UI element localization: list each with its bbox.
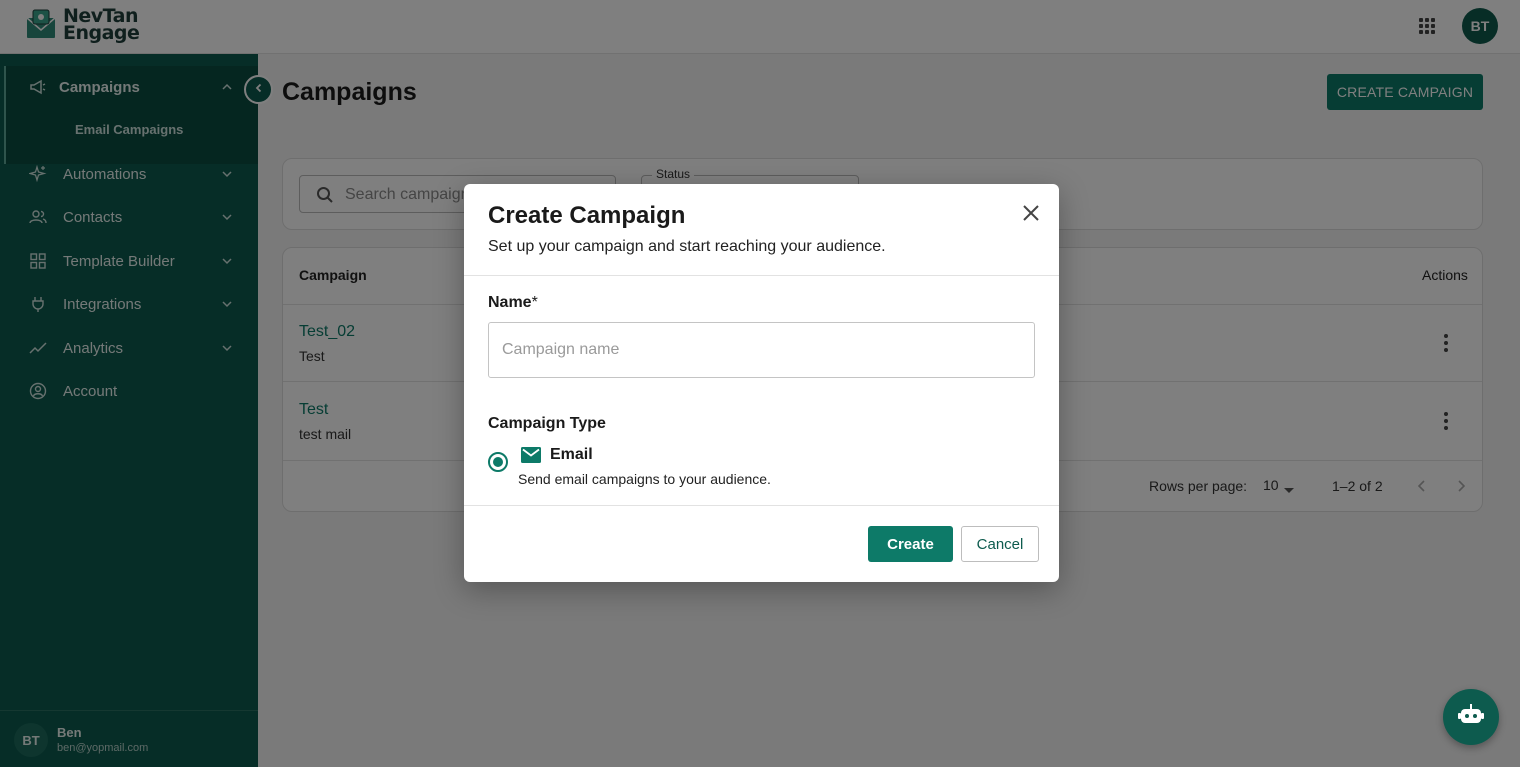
cancel-button[interactable]: Cancel bbox=[961, 526, 1039, 562]
create-button[interactable]: Create bbox=[868, 526, 953, 562]
create-campaign-dialog: Create Campaign Set up your campaign and… bbox=[464, 184, 1059, 582]
dialog-subtitle: Set up your campaign and start reaching … bbox=[488, 238, 886, 255]
email-option-title[interactable]: Email bbox=[550, 446, 593, 464]
campaign-name-input[interactable] bbox=[488, 322, 1035, 378]
dialog-title: Create Campaign bbox=[488, 202, 686, 229]
email-option-description: Send email campaigns to your audience. bbox=[518, 471, 771, 487]
close-icon[interactable] bbox=[1020, 202, 1042, 224]
robot-icon bbox=[1458, 703, 1484, 732]
chatbot-button[interactable] bbox=[1443, 689, 1499, 745]
mail-icon bbox=[521, 447, 541, 463]
email-type-radio[interactable] bbox=[488, 452, 508, 472]
campaign-type-label: Campaign Type bbox=[488, 415, 606, 432]
name-field-label: Name* bbox=[488, 294, 538, 311]
required-mark: * bbox=[531, 294, 538, 311]
